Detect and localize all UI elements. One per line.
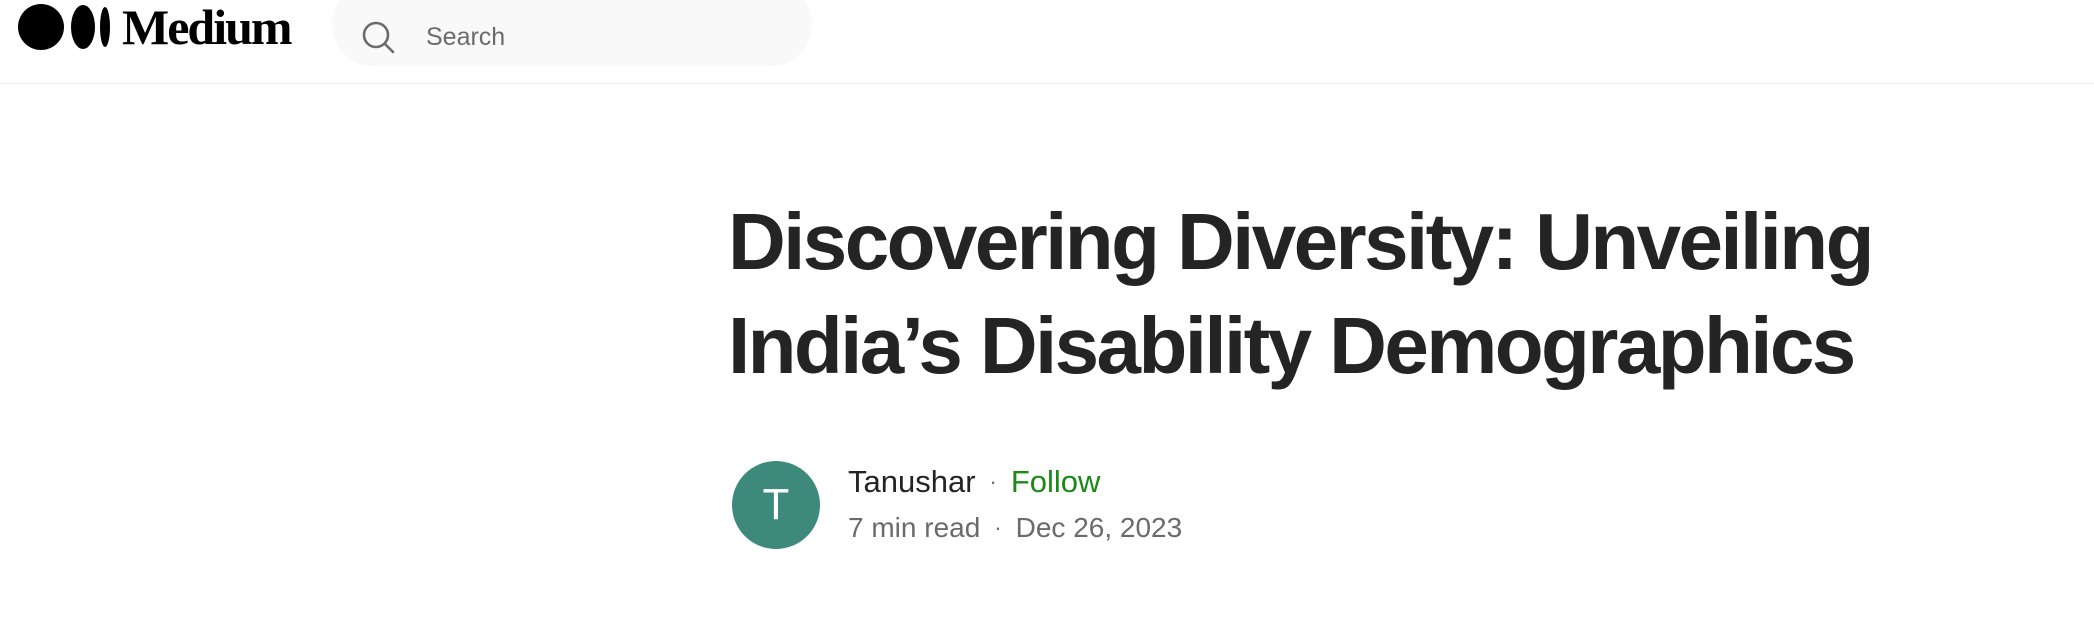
article-byline: T Tanushar · Follow 7 min read · Dec 26,… [732, 461, 1182, 549]
article-info-row: 7 min read · Dec 26, 2023 [848, 505, 1182, 551]
medium-logo-icon [18, 4, 110, 50]
article-title-line-1: Discovering Diversity: Unveiling [728, 197, 1874, 286]
medium-wordmark: Medium [122, 0, 293, 55]
top-navigation-bar: Medium [0, 0, 2094, 84]
separator-dot: · [989, 469, 997, 494]
publish-date: Dec 26, 2023 [1015, 512, 1183, 543]
author-row: Tanushar · Follow [848, 459, 1182, 505]
search-bar[interactable] [332, 0, 812, 66]
article-title: Discovering Diversity: Unveiling India’s… [728, 190, 1968, 398]
search-icon [362, 21, 395, 54]
author-avatar[interactable]: T [732, 461, 820, 549]
separator-dot: · [994, 515, 1002, 540]
author-name-link[interactable]: Tanushar [848, 464, 976, 500]
byline-meta: Tanushar · Follow 7 min read · Dec 26, 2… [848, 459, 1182, 551]
read-time: 7 min read [848, 512, 981, 543]
article-title-line-2: India’s Disability Demographics [728, 301, 1856, 390]
medium-logo[interactable]: Medium [16, 0, 293, 55]
avatar-initial: T [762, 480, 790, 529]
search-input[interactable] [426, 19, 786, 55]
follow-button[interactable]: Follow [1011, 464, 1101, 500]
